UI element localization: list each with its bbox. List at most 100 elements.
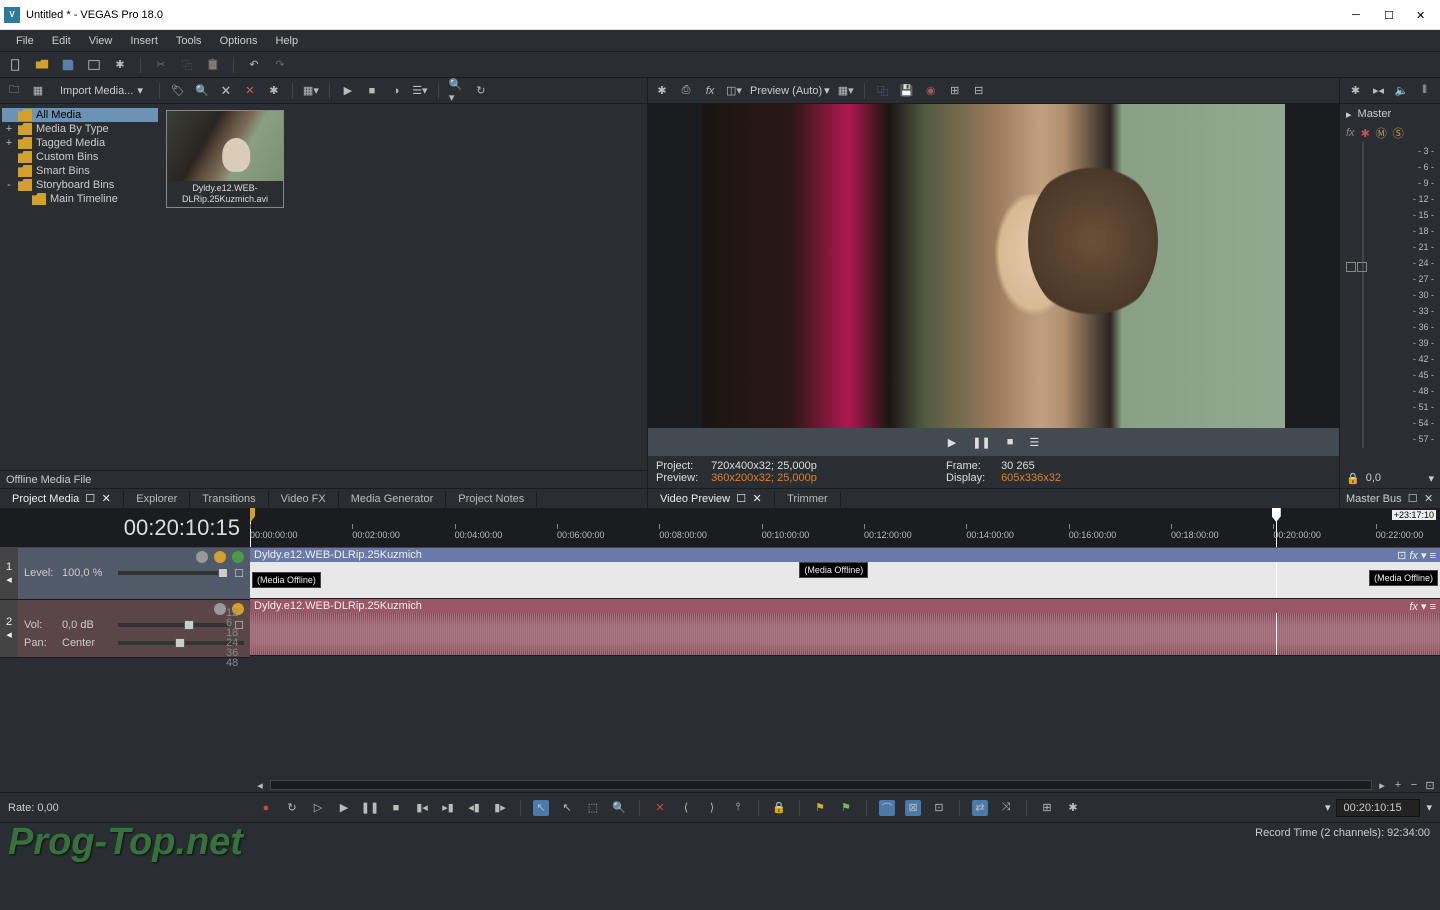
tab-trimmer[interactable]: Trimmer — [775, 491, 841, 507]
time-format-icon[interactable]: ▾ — [1426, 801, 1432, 814]
menu-edit[interactable]: Edit — [44, 33, 79, 49]
tab-pin-icon[interactable]: ☐ — [85, 494, 95, 504]
master-tab-close-icon[interactable]: ✕ — [1424, 494, 1434, 504]
redo-icon[interactable]: ↷ — [272, 57, 288, 73]
region-icon[interactable]: ⚑ — [838, 800, 854, 816]
pv-stop-icon[interactable]: ■ — [1007, 436, 1014, 448]
track-mute-icon[interactable] — [214, 603, 226, 615]
pv-fx-icon[interactable]: fx — [702, 83, 718, 99]
menu-insert[interactable]: Insert — [122, 33, 166, 49]
snap-markers-icon[interactable]: ⊡ — [931, 800, 947, 816]
pv-copy-icon[interactable]: ⿻ — [875, 83, 891, 99]
tab-project-media[interactable]: Project Media☐✕ — [0, 491, 124, 507]
record-icon[interactable]: ● — [258, 800, 274, 816]
master-fader[interactable] — [1346, 262, 1367, 272]
pm-list-icon[interactable]: ☰▾ — [412, 83, 428, 99]
pm-play-icon[interactable]: ▶ — [340, 83, 356, 99]
menu-file[interactable]: File — [8, 33, 42, 49]
lock-icon[interactable]: 🔒 — [1346, 472, 1360, 485]
pm-refresh-icon[interactable]: ↻ — [473, 83, 489, 99]
properties-icon[interactable]: ✱ — [112, 57, 128, 73]
master-automation-icon[interactable]: ▸ — [1346, 108, 1352, 121]
tree-smart-bins[interactable]: Smart Bins — [2, 164, 158, 178]
master-props-icon[interactable]: ✱ — [1348, 83, 1364, 99]
close-button[interactable]: ✕ — [1416, 9, 1428, 21]
tab-master-bus[interactable]: Master Bus — [1346, 493, 1402, 505]
trim-end-icon[interactable]: ⟩ — [704, 800, 720, 816]
pv-play-icon[interactable]: ▶ — [948, 436, 956, 449]
trim-start-icon[interactable]: ⟨ — [678, 800, 694, 816]
pm-tag-icon[interactable]: 🏷 — [170, 83, 186, 99]
tab-video-fx[interactable]: Video FX — [269, 491, 339, 507]
import-media-button[interactable]: Import Media... ▾ — [54, 82, 149, 99]
audio-track-header[interactable]: 2◂ Vol:0,0 dB☐ Pan:Center 12618243648 — [0, 600, 250, 658]
timeline-scroll[interactable]: ◂ ▸ + − ⊡ — [250, 778, 1440, 792]
maximize-button[interactable]: ☐ — [1384, 9, 1396, 21]
loop-icon[interactable]: ↻ — [284, 800, 300, 816]
split-icon[interactable]: ⫯ — [730, 800, 746, 816]
ignore-group-icon[interactable]: ⊞ — [1039, 800, 1055, 816]
open-icon[interactable] — [34, 57, 50, 73]
tree-media-by-type[interactable]: +Media By Type — [2, 122, 158, 136]
scrollbar-track[interactable] — [270, 780, 1372, 790]
envelope-edit-icon[interactable]: ↖ — [559, 800, 575, 816]
pv-split-icon[interactable]: ◫▾ — [726, 83, 742, 99]
master-dim-icon[interactable]: 🔈 — [1394, 83, 1410, 99]
pv-overlay-icon[interactable]: ▦▾ — [838, 83, 854, 99]
master-insert-icon[interactable]: ✱ — [1361, 127, 1370, 140]
cut-icon[interactable]: ✂ — [153, 57, 169, 73]
new-icon[interactable] — [8, 57, 24, 73]
tree-main-timeline[interactable]: Main Timeline — [2, 192, 158, 206]
auto-crossfade-icon[interactable]: ⤨ — [998, 800, 1014, 816]
render-icon[interactable] — [86, 57, 102, 73]
pm-autoplay-icon[interactable]: ◑ — [388, 83, 404, 99]
tree-custom-bins[interactable]: Custom Bins — [2, 150, 158, 164]
go-start-icon[interactable]: ▮◂ — [414, 800, 430, 816]
pv-stab-icon[interactable]: ◉ — [923, 83, 939, 99]
pm-zoom-icon[interactable]: 🔍▾ — [449, 83, 465, 99]
tab-close-icon[interactable]: ✕ — [101, 494, 111, 504]
master-chevron-icon[interactable]: ▾ — [1428, 472, 1434, 485]
pm-remove-icon[interactable]: 🗙 — [218, 83, 234, 99]
undo-icon[interactable]: ↶ — [246, 57, 262, 73]
zoom-in-icon[interactable]: + — [1392, 779, 1404, 791]
copy-icon[interactable]: ⿻ — [179, 57, 195, 73]
master-solo-icon[interactable]: Ⓢ — [1393, 125, 1404, 141]
pv-grid-icon[interactable]: ⊞ — [947, 83, 963, 99]
track-max-icon[interactable]: ☐ — [234, 567, 244, 580]
delete-icon[interactable]: ✕ — [652, 800, 668, 816]
master-mixer-icon[interactable]: ⫴ — [1417, 83, 1433, 99]
menu-help[interactable]: Help — [267, 33, 306, 49]
pm-capture-icon[interactable]: ▦ — [30, 83, 46, 99]
playhead-marker[interactable] — [1276, 508, 1277, 547]
tree-tagged-media[interactable]: +Tagged Media — [2, 136, 158, 150]
next-frame-icon[interactable]: ▮▸ — [492, 800, 508, 816]
video-track-header[interactable]: 1◂ Level:100,0 %☐ — [0, 548, 250, 600]
stop-icon[interactable]: ■ — [388, 800, 404, 816]
save-icon[interactable] — [60, 57, 76, 73]
pm-search-icon[interactable]: 🔍 — [194, 83, 210, 99]
tree-all-media[interactable]: All Media — [2, 108, 158, 122]
tab-project-notes[interactable]: Project Notes — [446, 491, 537, 507]
paste-icon[interactable]: 📋 — [205, 57, 221, 73]
track-solo-icon[interactable] — [214, 551, 226, 563]
lock-icon[interactable]: 🔒 — [771, 800, 787, 816]
level-slider[interactable] — [118, 571, 228, 575]
minimize-button[interactable]: ─ — [1352, 9, 1364, 21]
volume-slider[interactable] — [118, 623, 228, 627]
menu-view[interactable]: View — [81, 33, 121, 49]
tab-transitions[interactable]: Transitions — [190, 491, 268, 507]
menu-options[interactable]: Options — [212, 33, 266, 49]
tab-video-preview[interactable]: Video Preview☐✕ — [648, 491, 775, 507]
master-mute-icon[interactable]: Ⓜ — [1376, 125, 1387, 141]
timeline-ruler[interactable]: +23:17:10 00:00:00:0000:02:00:0000:04:00… — [250, 508, 1440, 548]
pv-scope-icon[interactable]: ⊟ — [971, 83, 987, 99]
tab-media-generator[interactable]: Media Generator — [339, 491, 447, 507]
selection-edit-icon[interactable]: ⬚ — [585, 800, 601, 816]
play-icon[interactable]: ▶ — [336, 800, 352, 816]
go-end-icon[interactable]: ▸▮ — [440, 800, 456, 816]
prev-frame-icon[interactable]: ◂▮ — [466, 800, 482, 816]
media-thumbnail[interactable]: Dyldy.e12.WEB-DLRip.25Kuzmich.avi — [166, 110, 284, 208]
menu-tools[interactable]: Tools — [168, 33, 210, 49]
timecode-display[interactable]: 00:20:10:15 — [0, 508, 250, 548]
